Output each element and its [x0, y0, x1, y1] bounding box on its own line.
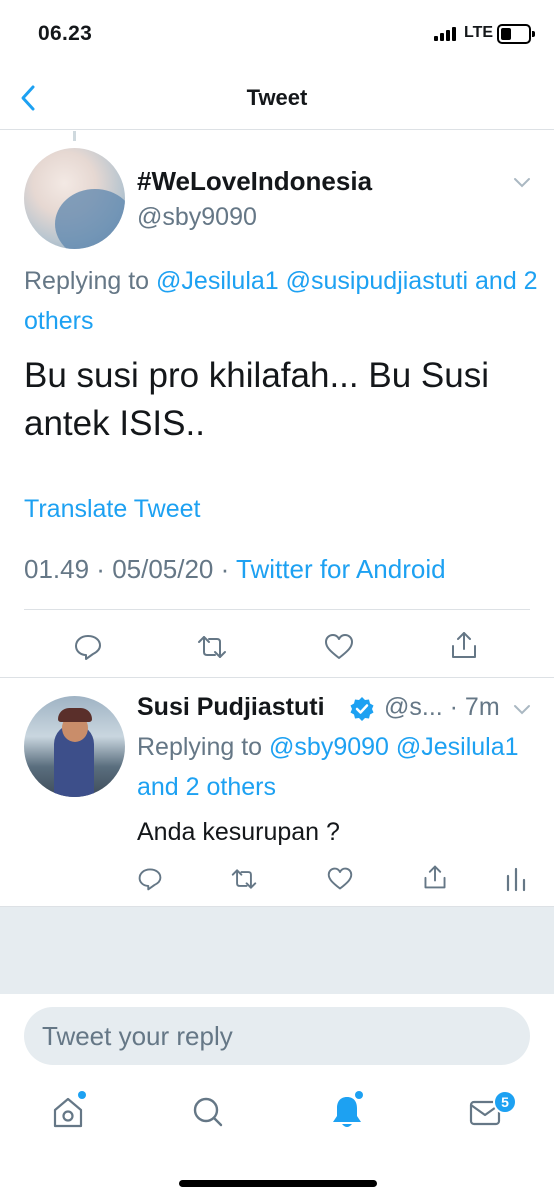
tweet-meta: 01.49 · 05/05/20 · Twitter for Android: [24, 554, 446, 585]
nav-bar: Tweet: [0, 70, 554, 130]
share-button[interactable]: [422, 864, 448, 890]
tweet-text: Anda kesurupan ?: [137, 818, 340, 846]
tweet-date: 05/05/20: [112, 554, 214, 584]
status-time: 06.23: [38, 22, 93, 45]
reply-icon: [75, 635, 101, 660]
replying-to: Replying to @Jesilula1 @susipudjiastuti …: [24, 261, 539, 341]
home-unread-dot: [78, 1091, 86, 1099]
translate-tweet-link[interactable]: Translate Tweet: [24, 495, 200, 524]
retweet-icon: [231, 869, 257, 889]
home-indicator[interactable]: [179, 1180, 377, 1187]
display-name[interactable]: #WeLoveIndonesia: [137, 166, 372, 197]
mention-link[interactable]: @susipudjiastuti: [286, 267, 468, 295]
analytics-button[interactable]: [505, 866, 527, 892]
like-icon: [327, 867, 353, 890]
others-link[interactable]: and 2 others: [137, 773, 276, 801]
search-icon: [193, 1097, 223, 1127]
like-button[interactable]: [324, 632, 354, 662]
meta-separator: ·: [213, 554, 237, 584]
network-label: LTE: [464, 24, 494, 41]
page-title: Tweet: [246, 85, 308, 110]
share-icon: [424, 865, 446, 889]
reply-input[interactable]: Tweet your reply: [24, 1007, 530, 1065]
replying-to: Replying to @sby9090 @Jesilula1 and 2 ot…: [137, 727, 537, 807]
thread-line: [73, 131, 76, 141]
mention-link[interactable]: @sby9090: [269, 733, 389, 761]
analytics-icon: [506, 867, 526, 892]
share-icon: [452, 632, 476, 658]
tweet-source-link[interactable]: Twitter for Android: [236, 554, 446, 584]
like-icon: [325, 634, 353, 659]
chevron-down-icon: [514, 178, 530, 188]
replying-prefix: Replying to: [137, 733, 270, 761]
empty-area: [0, 906, 554, 994]
avatar[interactable]: [24, 696, 125, 797]
user-handle[interactable]: @sby9090: [137, 203, 257, 232]
reply-input-placeholder: Tweet your reply: [42, 1021, 233, 1051]
mention-link[interactable]: @Jesilula1: [156, 267, 279, 295]
notifications-unread-dot: [355, 1091, 363, 1099]
verified-badge-icon: [349, 696, 375, 722]
more-options-button[interactable]: [513, 703, 531, 715]
display-name[interactable]: Susi Pudjiastuti: [137, 693, 325, 722]
reply-button[interactable]: [73, 632, 103, 662]
reply-icon: [138, 868, 162, 891]
chevron-down-icon: [514, 705, 530, 715]
tab-bar: [0, 1078, 554, 1158]
status-bar: 06.23 LTE: [0, 0, 554, 70]
reply-button[interactable]: [137, 866, 163, 892]
more-options-button[interactable]: [513, 176, 531, 188]
retweet-icon: [198, 636, 226, 658]
user-handle-time: @s... · 7m: [384, 693, 500, 721]
retweet-button[interactable]: [230, 866, 258, 892]
tab-search[interactable]: [188, 1092, 228, 1132]
replying-prefix: Replying to: [24, 267, 157, 295]
meta-separator: ·: [89, 554, 113, 584]
signal-icon: [434, 27, 460, 41]
like-button[interactable]: [327, 866, 353, 892]
avatar[interactable]: [24, 148, 125, 249]
share-button[interactable]: [449, 630, 479, 660]
tweet-text: Bu susi pro khilafah... Bu Susi antek IS…: [24, 356, 489, 443]
divider: [24, 609, 530, 610]
divider: [0, 677, 554, 678]
retweet-button[interactable]: [196, 632, 226, 662]
battery-icon: [497, 24, 535, 44]
mention-link[interactable]: @Jesilula1: [396, 733, 519, 761]
tweet-time: 01.49: [24, 554, 90, 584]
messages-badge: 5: [493, 1090, 517, 1114]
